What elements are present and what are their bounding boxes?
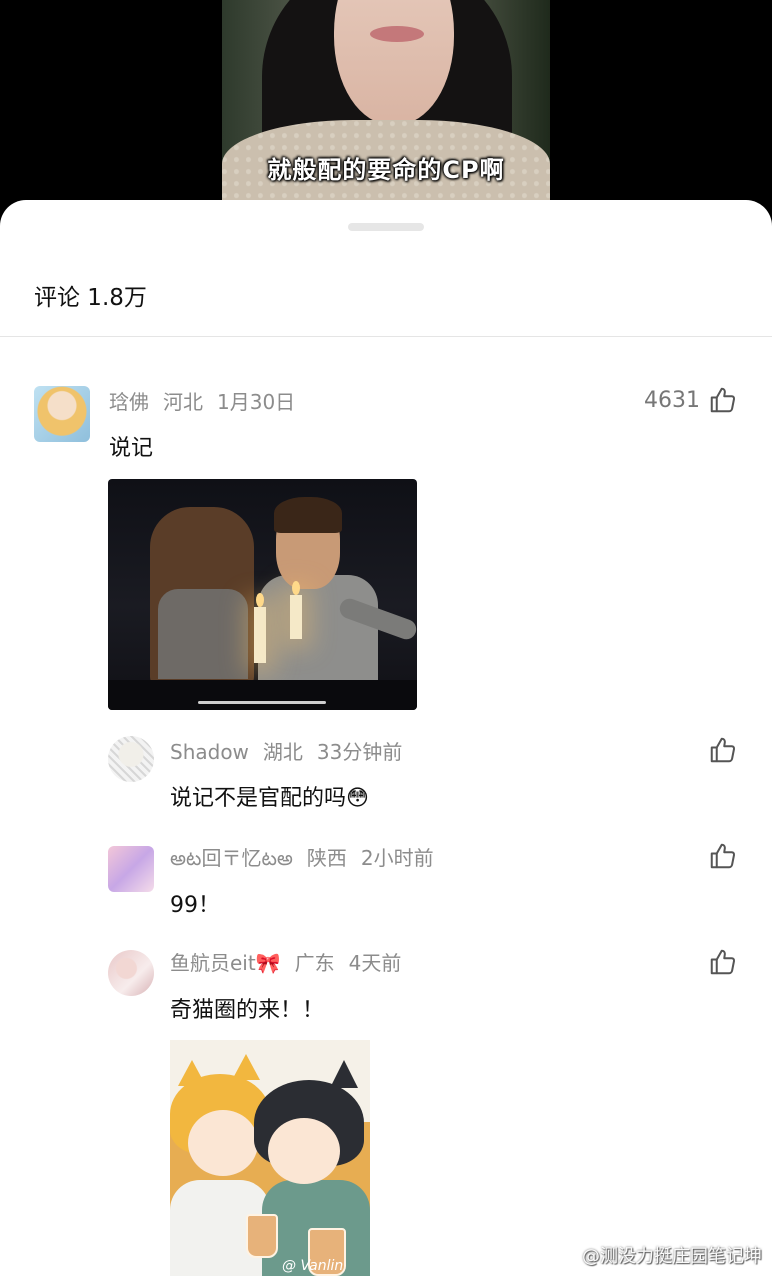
location: 广东: [294, 951, 335, 975]
sheet-drag-handle[interactable]: [348, 223, 424, 231]
video-subtitle: 就般配的要命的CP啊: [267, 156, 505, 184]
like-button[interactable]: 4631: [644, 385, 738, 415]
thumbs-up-icon: [710, 843, 736, 869]
comment-text: 奇猫圈的来！！: [170, 998, 325, 1023]
divider: [0, 336, 772, 337]
avatar[interactable]: [34, 386, 90, 442]
comment-meta: Shadow 湖北 33分钟前: [170, 736, 416, 765]
avatar[interactable]: [108, 846, 154, 892]
comment-meta: 琀佛 河北 1月30日: [109, 386, 309, 415]
comment-image[interactable]: @ Vanlin: [170, 1040, 370, 1276]
comment-count-title: 评论 1.8万: [34, 285, 147, 311]
comment-text: 说记: [109, 436, 154, 461]
image-figure: [188, 1110, 258, 1176]
image-flame: [256, 593, 264, 607]
avatar[interactable]: [108, 736, 154, 782]
location: 湖北: [262, 740, 303, 764]
like-button[interactable]: [708, 947, 738, 977]
like-button[interactable]: [708, 841, 738, 871]
timestamp: 33分钟前: [316, 740, 403, 764]
comment-meta: అట回〒忆టఅ 陕西 2小时前: [170, 842, 448, 875]
timestamp: 4天前: [348, 951, 402, 975]
thumbs-up-icon: [710, 387, 736, 413]
image-candle: [254, 607, 266, 663]
comment-image[interactable]: [108, 479, 417, 710]
comment-sheet: 评论 1.8万 琀佛 河北 1月30日 说记 4631 Shadow 湖北 33分钟前 …: [0, 200, 772, 1280]
timestamp: 2小时前: [360, 846, 434, 870]
timestamp: 1月30日: [217, 390, 296, 414]
watermark: @测没力挺庄园笔记坤: [582, 1246, 762, 1267]
image-figure: [268, 1118, 340, 1184]
username[interactable]: 琀佛: [109, 390, 149, 414]
like-button[interactable]: [708, 735, 738, 765]
video-player[interactable]: 就般配的要命的CP啊: [0, 0, 772, 215]
image-figure: [158, 589, 248, 679]
image-progress-bar: [198, 701, 326, 704]
image-figure: [258, 575, 378, 685]
like-count: 4631: [644, 387, 700, 413]
thumbs-up-icon: [710, 737, 736, 763]
video-frame: 就般配的要命的CP啊: [222, 0, 550, 210]
image-signature: @ Vanlin: [282, 1258, 344, 1274]
avatar[interactable]: [108, 950, 154, 996]
comment-text: 说记不是官配的吗😳: [170, 786, 369, 811]
comment-text: 99！: [170, 893, 220, 918]
username[interactable]: అట回〒忆టఅ: [170, 846, 293, 870]
location: 河北: [163, 390, 203, 414]
comment-meta: 鱼航员eit🎀 广东 4天前: [170, 947, 415, 976]
username[interactable]: Shadow: [170, 740, 249, 764]
image-flame: [292, 581, 300, 595]
image-cup: [246, 1214, 278, 1258]
username[interactable]: 鱼航员eit🎀: [170, 951, 281, 975]
image-candle: [290, 595, 302, 639]
video-person-lips: [370, 26, 424, 42]
image-progress-track: [108, 680, 417, 710]
thumbs-up-icon: [710, 949, 736, 975]
location: 陕西: [306, 846, 347, 870]
image-figure: [274, 497, 342, 533]
